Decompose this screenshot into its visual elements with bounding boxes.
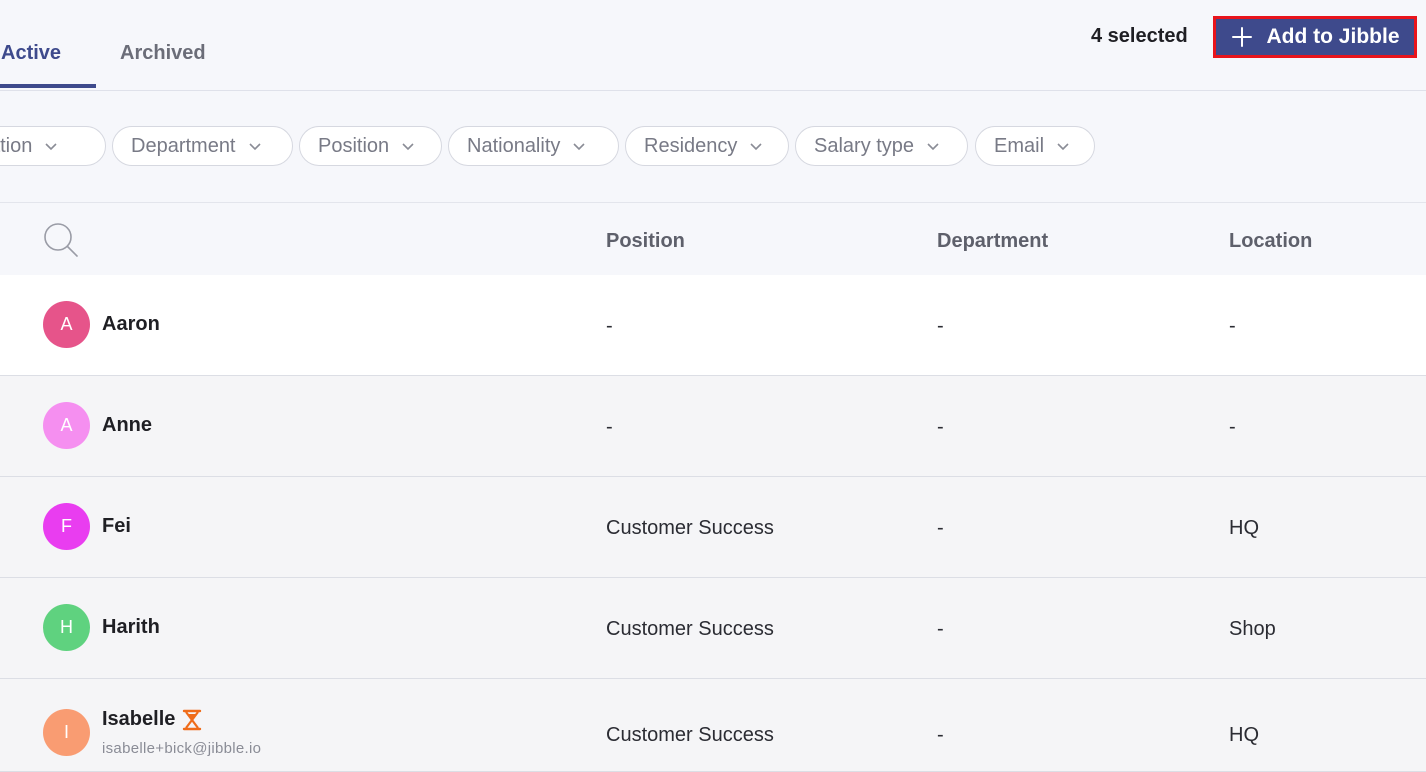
add-to-jibble-button[interactable]: Add to Jibble xyxy=(1213,16,1417,58)
cell-department: - xyxy=(937,618,944,640)
avatar: A xyxy=(43,402,90,449)
filter-department[interactable]: Department xyxy=(112,126,293,166)
member-name: Fei xyxy=(102,515,131,537)
chevron-down-icon xyxy=(927,143,939,151)
cell-department: - xyxy=(937,517,944,539)
filter-residency[interactable]: Residency xyxy=(625,126,789,166)
filter-nationality[interactable]: Nationality xyxy=(448,126,619,166)
filter-department-label: Department xyxy=(131,134,236,157)
table-header: Position Department Location xyxy=(0,202,1426,276)
table-row[interactable]: A Aaron - - - xyxy=(0,275,1426,376)
cell-department: - xyxy=(937,724,944,746)
member-email: isabelle+bick@jibble.io xyxy=(102,740,262,757)
chevron-down-icon xyxy=(402,143,414,151)
cell-position: Customer Success xyxy=(606,618,774,640)
cell-location: HQ xyxy=(1229,724,1259,746)
cell-position: Customer Success xyxy=(606,517,774,539)
avatar: I xyxy=(43,709,90,756)
tab-active[interactable]: Active xyxy=(1,42,61,65)
member-name: Isabelle xyxy=(102,708,176,730)
member-name: Aaron xyxy=(102,313,160,335)
plus-icon xyxy=(1231,27,1252,47)
filter-salary-type-label: Salary type xyxy=(814,134,915,157)
table-body: A Aaron - - - A Anne - - - F Fei Custome… xyxy=(0,275,1426,772)
selected-count: 4 selected xyxy=(1091,25,1188,47)
search-icon[interactable] xyxy=(42,221,80,259)
filter-location[interactable]: cation xyxy=(0,126,106,166)
chevron-down-icon xyxy=(1057,143,1069,151)
column-header-position[interactable]: Position xyxy=(606,230,685,253)
chevron-down-icon xyxy=(45,143,57,151)
member-name-wrapper: Isabelle xyxy=(102,708,203,731)
cell-position: Customer Success xyxy=(606,724,774,746)
filter-location-label: cation xyxy=(0,134,33,157)
cell-position: - xyxy=(606,315,613,337)
cell-location: Shop xyxy=(1229,618,1276,640)
chevron-down-icon xyxy=(248,143,261,151)
filter-salary-type[interactable]: Salary type xyxy=(795,126,968,166)
table-row[interactable]: F Fei Customer Success - HQ xyxy=(0,477,1426,578)
cell-department: - xyxy=(937,315,944,337)
chevron-down-icon xyxy=(750,143,762,151)
avatar: H xyxy=(43,604,90,651)
table-row[interactable]: I Isabelle isabelle+bick@jibble.io Custo… xyxy=(0,679,1426,772)
cell-location: - xyxy=(1229,416,1236,438)
chevron-down-icon xyxy=(573,143,585,151)
filter-position[interactable]: Position xyxy=(299,126,442,166)
cell-department: - xyxy=(937,416,944,438)
filter-bar: cation Department Position Nationality R… xyxy=(0,126,1426,166)
column-header-department[interactable]: Department xyxy=(937,230,1048,253)
cell-position: - xyxy=(606,416,613,438)
cell-location: - xyxy=(1229,315,1236,337)
filter-nationality-label: Nationality xyxy=(467,134,561,157)
column-header-location[interactable]: Location xyxy=(1229,230,1312,253)
add-to-jibble-label: Add to Jibble xyxy=(1266,25,1400,48)
tab-archived[interactable]: Archived xyxy=(120,42,206,65)
tabs-header: Active Archived 4 selected Add to Jibble xyxy=(0,0,1426,91)
filter-position-label: Position xyxy=(318,134,390,157)
active-tab-indicator xyxy=(0,84,96,88)
avatar: A xyxy=(43,301,90,348)
table-row[interactable]: H Harith Customer Success - Shop xyxy=(0,578,1426,679)
avatar: F xyxy=(43,503,90,550)
filter-email-label: Email xyxy=(994,134,1045,157)
cell-location: HQ xyxy=(1229,517,1259,539)
hourglass-icon xyxy=(183,709,202,730)
member-name: Harith xyxy=(102,616,160,638)
filter-residency-label: Residency xyxy=(644,134,738,157)
filter-email[interactable]: Email xyxy=(975,126,1095,166)
member-name: Anne xyxy=(102,414,152,436)
table-row[interactable]: A Anne - - - xyxy=(0,376,1426,477)
